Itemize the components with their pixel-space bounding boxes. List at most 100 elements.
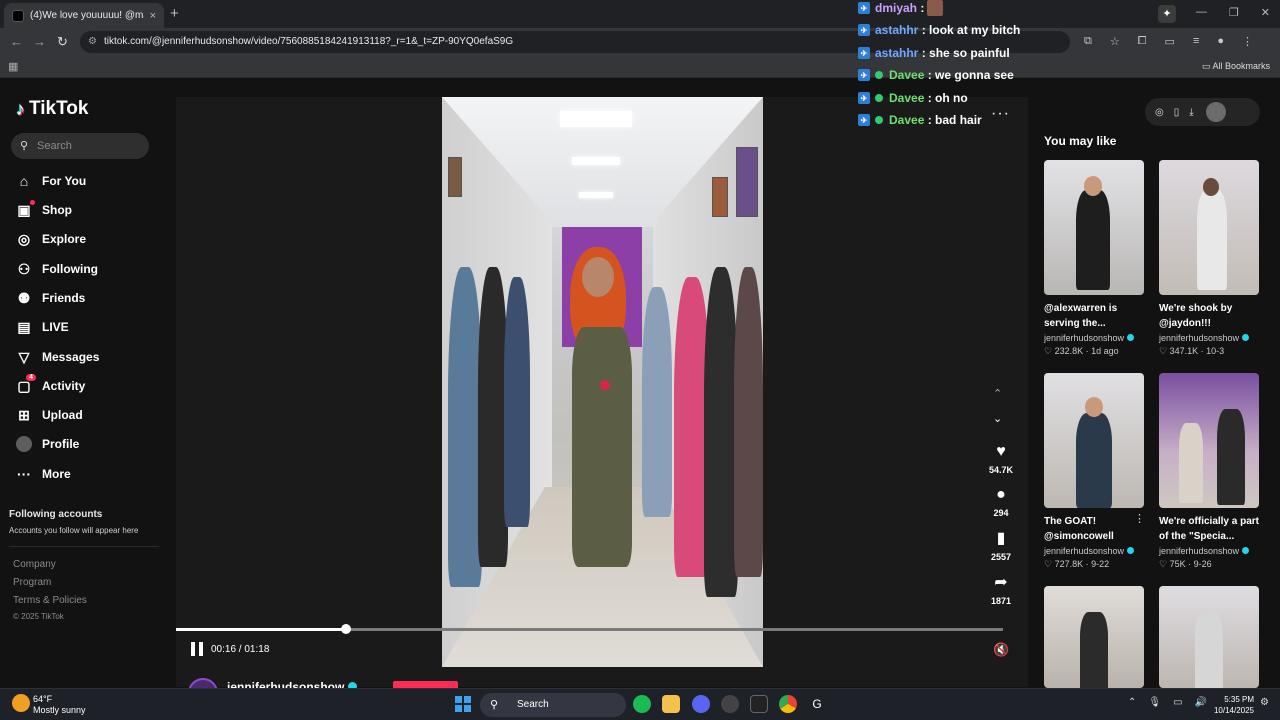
sidebar-item-friends[interactable]: ⚉ Friends (15, 286, 86, 310)
maximize-icon[interactable]: ❐ (1229, 6, 1239, 19)
download-icon[interactable]: ⤓ (1189, 107, 1193, 118)
spotify-icon[interactable] (633, 695, 651, 713)
windows-start-icon[interactable] (455, 696, 471, 712)
sidebar-item-shop[interactable]: ▣ Shop (15, 198, 72, 222)
card-caption: The GOAT! @simoncowell (1044, 516, 1114, 542)
sidebar-item-explore[interactable]: ◎ Explore (15, 227, 86, 251)
sidebar-item-upload[interactable]: ⊞ Upload (15, 403, 83, 427)
chat-message: ✈ astahhr : look at my bitch (858, 22, 1020, 38)
taskbar-search[interactable]: ⚲ Search (480, 693, 626, 717)
recommended-video-card[interactable]: The GOAT! @simoncowell jenniferhudsonsho… (1044, 373, 1144, 570)
footer-terms-link[interactable]: Terms & Policies (13, 595, 87, 606)
browser-tab[interactable]: (4)We love youuuuu! @mariahc × (4, 3, 164, 28)
chat-username: Davee (889, 113, 925, 127)
sidebar-item-live[interactable]: ▤ LIVE (15, 315, 68, 339)
new-tab-button[interactable]: + (170, 5, 179, 22)
sidebar-item-messages[interactable]: ▽ Messages (15, 345, 100, 369)
weather-widget[interactable]: 64°F Mostly sunny (33, 694, 86, 716)
menu-icon[interactable]: ⋮ (1242, 35, 1253, 48)
footer-program-link[interactable]: Program (13, 577, 51, 588)
tab-close-icon[interactable]: × (150, 10, 156, 22)
chevron-up-icon[interactable]: ⌃ (1128, 697, 1136, 708)
chat-username: dmiyah (875, 1, 918, 15)
app-icon[interactable]: G (808, 695, 826, 713)
chat-text: : she so painful (921, 46, 1010, 60)
site-info-icon[interactable]: ⚙ (88, 31, 97, 53)
next-video-icon[interactable]: ⌄ (993, 412, 1002, 425)
all-bookmarks[interactable]: ▭ All Bookmarks (1202, 61, 1270, 72)
thumbnail-face (1085, 397, 1103, 417)
forward-icon[interactable]: → (33, 34, 46, 49)
verified-badge-icon (875, 94, 883, 102)
chrome-icon[interactable] (779, 695, 797, 713)
playback-time: 00:16 / 01:18 (211, 644, 270, 655)
notifications-icon[interactable]: ⚙ (1260, 697, 1269, 708)
taskbar-clock[interactable]: 5:35 PM 10/14/2025 (1208, 694, 1254, 716)
like-button[interactable]: ♥ 54.7K (983, 443, 1019, 475)
verified-badge-icon (875, 116, 883, 124)
sidebar-item-following[interactable]: ⚇ Following (15, 257, 98, 281)
user-avatar[interactable] (1205, 102, 1226, 122)
pause-icon[interactable] (191, 642, 205, 656)
sidebar-item-for-you[interactable]: ⌂ For You (15, 169, 86, 193)
microphone-icon[interactable]: 🎙 (1148, 697, 1161, 708)
search-input[interactable]: ⚲ Search (11, 133, 149, 159)
minimize-icon[interactable]: — (1196, 6, 1207, 19)
recommended-video-card[interactable]: @alexwarren is serving the... jenniferhu… (1044, 160, 1144, 357)
share-button[interactable]: ➦ 1871 (983, 574, 1019, 606)
share-icon: ➦ (994, 574, 1008, 591)
reload-icon[interactable]: ↻ (57, 34, 68, 50)
previous-video-icon[interactable]: ⌃ (993, 387, 1002, 400)
video-more-icon[interactable]: ··· (991, 105, 1010, 123)
gemini-icon[interactable]: ✦ (1158, 5, 1176, 23)
thumbnail-person (1217, 409, 1245, 505)
footer-company-link[interactable]: Company (13, 559, 56, 570)
reading-list-icon[interactable]: ≡ (1193, 35, 1199, 48)
video-frame[interactable] (442, 97, 763, 667)
footer-copyright: © 2025 TikTok (13, 612, 64, 621)
recommended-video-card[interactable]: We're officially a part of the "Specia..… (1159, 373, 1259, 570)
network-icon[interactable]: ▭ (1173, 697, 1182, 708)
muted-volume-icon[interactable]: 🔇 (993, 642, 1009, 658)
file-explorer-icon[interactable] (662, 695, 680, 713)
recommended-video-card[interactable] (1159, 586, 1259, 688)
messages-icon: ▽ (18, 348, 30, 365)
discord-icon[interactable] (692, 695, 710, 713)
coin-icon[interactable]: ◎ (1155, 107, 1164, 118)
close-window-icon[interactable]: ✕ (1261, 6, 1270, 19)
star-icon[interactable]: ☆ (1110, 35, 1120, 48)
comment-button[interactable]: ● 294 (983, 486, 1019, 518)
tiktok-logo[interactable]: ♪ TikTok (16, 98, 88, 120)
back-icon[interactable]: ← (10, 34, 23, 49)
browser-tabbar: (4)We love youuuuu! @mariahc × + ✦ — ❐ ✕ (0, 0, 1280, 28)
volume-icon[interactable]: 🔊 (1195, 697, 1207, 708)
recommended-video-card[interactable] (1044, 586, 1144, 688)
twitch-icon: ✈ (858, 92, 870, 104)
compass-icon: ◎ (17, 230, 31, 247)
weather-sun-icon[interactable] (12, 694, 30, 712)
save-button[interactable]: ▮ 2557 (983, 530, 1019, 562)
sidebar-item-profile[interactable]: Profile (15, 432, 79, 456)
sidebar-item-activity[interactable]: ▢ 4 Activity (15, 374, 85, 398)
twitch-icon: ✈ (858, 69, 870, 81)
home-icon: ⌂ (19, 173, 29, 189)
chat-text: : we gonna see (927, 68, 1014, 82)
progress-handle[interactable] (341, 624, 351, 634)
profile-icon[interactable]: ● (1217, 35, 1224, 48)
video-thumbnail (1044, 160, 1144, 295)
install-icon[interactable]: ⧉ (1084, 35, 1092, 48)
app-icon[interactable] (721, 695, 739, 713)
sidebar-item-more[interactable]: ··· More (15, 462, 71, 486)
crowd-person (704, 267, 738, 597)
card-more-icon[interactable]: ⋮ (1134, 512, 1145, 525)
card-caption: We're shook by @jaydon!!! (1159, 303, 1233, 329)
phone-icon[interactable]: ▯ (1174, 107, 1180, 118)
cast-icon[interactable]: ▭ (1165, 35, 1175, 48)
recommended-video-card[interactable]: We're shook by @jaydon!!! jenniferhudson… (1159, 160, 1259, 357)
thumbnail-person (1195, 612, 1223, 688)
card-author: jenniferhudsonshow (1044, 546, 1144, 556)
video-thumbnail (1159, 586, 1259, 688)
apps-grid-icon[interactable]: ▦ (8, 60, 18, 73)
extensions-icon[interactable]: ⧠ (1138, 35, 1147, 48)
epic-games-icon[interactable] (750, 695, 768, 713)
